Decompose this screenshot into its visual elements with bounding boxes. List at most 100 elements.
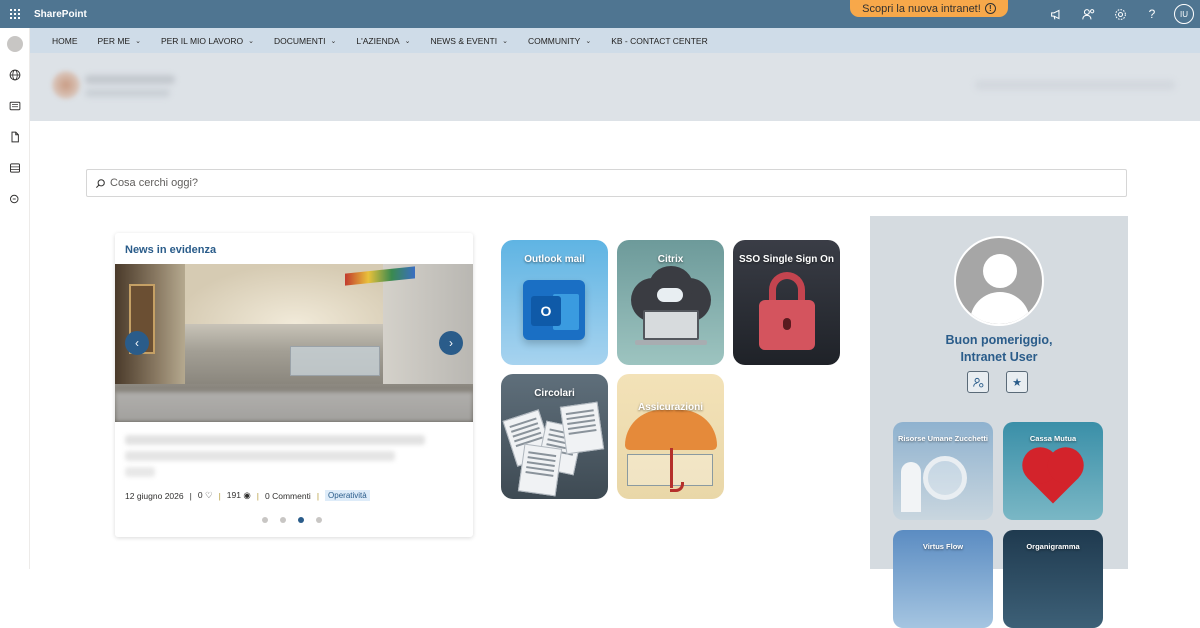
nav-news-eventi[interactable]: NEWS & EVENTI ⌄ — [430, 36, 507, 46]
rail-news[interactable] — [0, 90, 30, 121]
profile-settings-button[interactable] — [967, 371, 989, 393]
new-intranet-banner[interactable]: Scopri la nuova intranet! ! — [850, 0, 1008, 17]
heart-icon: ♡ — [204, 490, 213, 500]
nav-label: COMMUNITY — [527, 35, 581, 46]
nav-per-il-mio-lavoro[interactable]: PER IL MIO LAVORO ⌄ — [161, 36, 254, 46]
documents-icon — [517, 443, 563, 497]
tile-label: Risorse Umane Zucchetti — [897, 434, 989, 443]
news-caption-blurred — [115, 392, 473, 422]
rail-lists[interactable] — [0, 152, 30, 183]
quicklink-label: Outlook mail — [524, 254, 585, 265]
news-section-title: News in evidenza — [125, 244, 217, 256]
megaphone-icon[interactable] — [1040, 0, 1072, 28]
nav-label: PER ME — [97, 35, 131, 46]
quicklink-assicurazioni[interactable]: Assicurazioni — [617, 374, 724, 499]
nav-label: HOME — [52, 35, 78, 46]
user-name: Intranet User — [960, 350, 1038, 364]
site-logo[interactable] — [52, 71, 80, 99]
quicklink-citrix[interactable]: Citrix — [617, 240, 724, 365]
umbrella-icon — [625, 410, 717, 450]
nav-documenti[interactable]: DOCUMENTI ⌄ — [274, 36, 336, 46]
suite-bar: SharePoint — [0, 0, 1200, 28]
chevron-down-icon: ⌄ — [330, 37, 337, 45]
nav-kb-contact-center[interactable]: KB - CONTACT CENTER — [611, 36, 708, 46]
likes-count[interactable]: 0 ♡ — [198, 490, 213, 501]
laptop-icon — [643, 310, 699, 340]
waffle-icon — [10, 9, 20, 19]
site-title-blurred — [85, 75, 175, 84]
news-image[interactable]: ‹ › — [115, 264, 473, 422]
chevron-left-icon: ‹ — [135, 336, 139, 350]
help-icon[interactable]: ? — [1136, 0, 1168, 28]
quicklink-circolari[interactable]: Circolari — [501, 374, 608, 499]
tile-label: Virtus Flow — [922, 542, 964, 551]
greeting-line: Buon pomeriggio, — [945, 333, 1053, 347]
header-right-blurred — [975, 80, 1175, 90]
meta-separator: | — [316, 490, 320, 501]
rail-create[interactable] — [0, 183, 30, 214]
people-settings-icon[interactable] — [1072, 0, 1104, 28]
next-slide-button[interactable]: › — [439, 331, 463, 355]
database-icon — [10, 162, 20, 173]
chevron-down-icon: ⌄ — [404, 37, 411, 45]
quicklink-sso[interactable]: SSO Single Sign On — [733, 240, 840, 365]
person-settings-icon — [972, 377, 983, 387]
chevron-right-icon: › — [449, 336, 453, 350]
tile-cassa-mutua[interactable]: Cassa Mutua — [1003, 422, 1103, 520]
tile-risorse-umane[interactable]: Risorse Umane Zucchetti — [893, 422, 993, 520]
nav-community[interactable]: COMMUNITY ⌄ — [528, 36, 591, 46]
profile-avatar[interactable] — [954, 236, 1044, 326]
app-launcher-button[interactable] — [0, 0, 30, 28]
carousel-dot-active[interactable] — [298, 517, 304, 523]
nav-label: NEWS & EVENTI — [430, 35, 498, 46]
carousel-dot[interactable] — [262, 517, 268, 523]
comments-link[interactable]: 0 Commenti — [265, 491, 311, 501]
info-icon: ! — [984, 3, 996, 14]
news-description-blurred — [125, 467, 155, 477]
previous-slide-button[interactable]: ‹ — [125, 331, 149, 355]
quicklink-label: Citrix — [657, 254, 684, 265]
site-subtitle-blurred — [85, 89, 170, 97]
tile-virtus-flow[interactable]: Virtus Flow — [893, 530, 993, 628]
magnifier-icon — [923, 456, 967, 500]
rail-sites[interactable] — [0, 59, 30, 90]
nav-azienda[interactable]: L'AZIENDA ⌄ — [356, 36, 410, 46]
gear-icon[interactable] — [1104, 0, 1136, 28]
suite-actions: ? IU — [1040, 0, 1200, 28]
nav-label: KB - CONTACT CENTER — [611, 35, 708, 46]
search-input[interactable] — [110, 177, 1010, 189]
search-icon — [96, 178, 105, 188]
profile-panel: Buon pomeriggio, Intranet User ★ Risorse… — [870, 216, 1128, 628]
tile-organigramma[interactable]: Organigramma — [1003, 530, 1103, 628]
news-meta: 12 giugno 2026 | 0 ♡ | 191 ◉ | 0 Comment… — [125, 490, 370, 501]
brand-name[interactable]: SharePoint — [34, 9, 87, 20]
carousel-dot[interactable] — [316, 517, 322, 523]
nav-label: PER IL MIO LAVORO — [160, 35, 244, 46]
views-value: 191 — [226, 490, 241, 500]
tile-label: Cassa Mutua — [1029, 434, 1077, 443]
quicklink-label: Assicurazioni — [637, 402, 704, 413]
news-icon — [9, 101, 21, 110]
news-card: News in evidenza ‹ › 12 giugno 2026 | 0 … — [115, 233, 473, 537]
chevron-down-icon: ⌄ — [502, 37, 508, 45]
globe-icon — [9, 69, 21, 80]
meta-separator: | — [218, 490, 221, 501]
category-tag[interactable]: Operatività — [325, 490, 370, 501]
user-avatar[interactable]: IU — [1174, 4, 1194, 24]
chevron-down-icon: ⌄ — [135, 37, 141, 45]
nav-home[interactable]: HOME — [52, 36, 78, 46]
carousel-dots — [262, 517, 322, 523]
star-icon: ★ — [1012, 376, 1022, 389]
rail-profile[interactable] — [0, 28, 30, 59]
quicklink-outlook-mail[interactable]: O Outlook mail — [501, 240, 608, 365]
eye-icon: ◉ — [243, 490, 251, 500]
carousel-dot[interactable] — [280, 517, 286, 523]
nav-per-me[interactable]: PER ME ⌄ — [98, 36, 141, 46]
favorites-button[interactable]: ★ — [1006, 371, 1028, 393]
promo-text: Scopri la nuova intranet! — [862, 2, 981, 15]
chat-icon — [10, 194, 19, 203]
quicklink-label: SSO Single Sign On — [739, 254, 835, 265]
site-header — [30, 53, 1200, 121]
search-box[interactable] — [86, 169, 1127, 197]
rail-files[interactable] — [0, 121, 30, 152]
